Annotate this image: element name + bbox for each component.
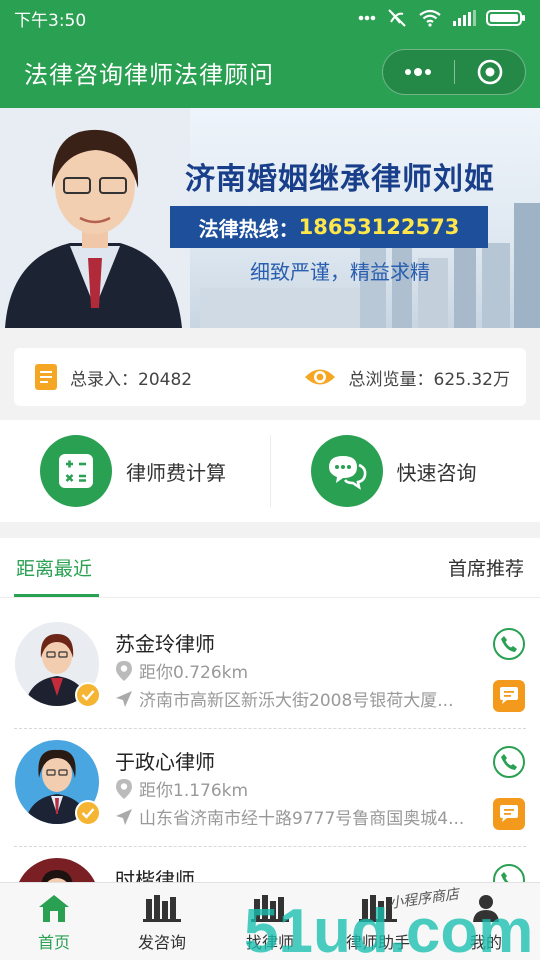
lawyer-distance: 距你0.726km [115, 658, 248, 683]
tabbar-mine-label: 我的 [469, 933, 502, 952]
lawyer-name: 时楷律师 [115, 868, 195, 882]
banner-slogan: 细致严谨，精益求精 [250, 260, 430, 284]
mini-program-capsule [382, 49, 526, 95]
signal-icon [453, 10, 476, 26]
navigation-arrow-icon [116, 690, 132, 707]
wifi-icon [419, 9, 441, 27]
verified-badge-icon [75, 682, 101, 708]
target-close-icon [477, 59, 503, 85]
status-time: 下午3:50 [14, 10, 87, 31]
lawyer-name: 于政心律师 [115, 750, 215, 774]
fee-calculator-label: 律师费计算 [126, 460, 226, 485]
calculator-icon [40, 435, 112, 507]
banner-hotline: 法律热线： 18653122573 [170, 206, 488, 248]
total-views-text: 总浏览量：625.32万 [348, 369, 510, 390]
books-icon [359, 895, 397, 922]
tabbar-mine[interactable]: 我的 [432, 883, 540, 960]
banner-carousel[interactable]: 济南婚姻继承律师刘姬 法律热线： 18653122573 细致严谨，精益求精 [0, 108, 540, 328]
lawyer-list: 苏金玲律师 距你0.726km 济南市高新区新泺大街2008号银荷大厦... 于… [0, 598, 540, 882]
more-menu-button[interactable] [383, 50, 454, 94]
list-item[interactable]: 于政心律师 距你1.176km 山东省济南市经十路9777号鲁商国奥城4... [0, 716, 540, 834]
tabbar-find-lawyer-label: 找律师 [245, 933, 294, 952]
distance-text: 距你1.176km [139, 781, 249, 801]
lawyer-name: 苏金玲律师 [115, 632, 215, 656]
location-pin-icon [116, 660, 132, 681]
address-text: 济南市高新区新泺大街2008号银荷大厦... [139, 691, 454, 711]
bottom-tab-bar: 首页 发咨询 找律师 律师助手 我的 [0, 882, 540, 960]
avatar [15, 622, 101, 708]
avatar [15, 740, 101, 826]
home-icon [39, 895, 69, 922]
quick-consult-button[interactable]: 快速咨询 [271, 420, 540, 522]
stats-card: 总录入：20482 总浏览量：625.32万 [14, 348, 526, 406]
tabbar-assistant-label: 律师助手 [345, 933, 410, 952]
tabbar-find-lawyer[interactable]: 找律师 [216, 883, 324, 960]
lawyer-portrait-image [0, 108, 190, 328]
lawyer-address: 山东省济南市经十路9777号鲁商国奥城4... [115, 804, 464, 829]
status-bar: 下午3:50 [0, 0, 540, 36]
tabbar-home-label: 首页 [37, 933, 70, 952]
phone-icon [501, 754, 517, 770]
tabbar-consult-label: 发咨询 [137, 933, 186, 952]
location-pin-icon [116, 778, 132, 799]
close-program-button[interactable] [455, 50, 526, 94]
tab-recommended[interactable]: 首席推荐 [448, 554, 524, 581]
list-item[interactable]: 时楷律师 [0, 834, 540, 882]
address-text: 山东省济南市经十路9777号鲁商国奥城4... [139, 809, 465, 829]
phone-icon [501, 872, 513, 882]
more-dots-icon [358, 15, 376, 21]
active-tab-underline [14, 594, 99, 597]
books-icon [143, 895, 181, 922]
eye-icon [304, 369, 335, 385]
quick-consult-label: 快速咨询 [396, 460, 477, 485]
document-icon [35, 364, 57, 390]
mute-icon [388, 9, 406, 27]
quick-actions: 律师费计算 快速咨询 [0, 420, 540, 522]
more-dots-icon [405, 68, 432, 76]
tab-nearest[interactable]: 距离最近 [16, 554, 92, 581]
chat-icon [500, 805, 518, 822]
avatar [15, 858, 101, 882]
chat-icon [500, 687, 518, 704]
page-title: 法律咨询律师法律顾问 [24, 60, 274, 89]
verified-badge-icon [75, 800, 101, 826]
distance-text: 距你0.726km [139, 663, 249, 683]
books-icon [251, 895, 289, 922]
tabbar-consult[interactable]: 发咨询 [108, 883, 216, 960]
call-button[interactable] [493, 864, 525, 882]
banner-title: 济南婚姻继承律师刘姬 [185, 162, 495, 197]
lawyer-distance: 距你1.176km [115, 776, 248, 801]
navigation-arrow-icon [116, 808, 132, 825]
fee-calculator-button[interactable]: 律师费计算 [0, 420, 270, 522]
hotline-number: 18653122573 [298, 215, 460, 239]
chat-bubbles-icon [310, 435, 383, 507]
battery-icon [486, 10, 525, 26]
status-icons [358, 9, 526, 27]
tabbar-home[interactable]: 首页 [0, 883, 108, 960]
lawyer-photo [15, 858, 99, 882]
total-views-stat: 总浏览量：625.32万 [303, 365, 510, 390]
hotline-label: 法律热线： [198, 216, 299, 241]
navigation-bar: 法律咨询律师法律顾问 [0, 36, 540, 108]
call-button[interactable] [493, 746, 525, 778]
tabbar-assistant[interactable]: 律师助手 [324, 883, 432, 960]
lawyer-address: 济南市高新区新泺大街2008号银荷大厦... [115, 686, 453, 711]
chat-button[interactable] [493, 680, 525, 712]
call-button[interactable] [493, 628, 525, 660]
person-icon [473, 895, 499, 922]
lawyer-list-tabs: 距离最近 首席推荐 [0, 538, 540, 598]
total-entries-text: 总录入：20482 [70, 369, 193, 390]
list-item[interactable]: 苏金玲律师 距你0.726km 济南市高新区新泺大街2008号银荷大厦... [0, 598, 540, 716]
chat-button[interactable] [493, 798, 525, 830]
phone-icon [501, 636, 517, 652]
total-entries-stat: 总录入：20482 [34, 363, 192, 391]
